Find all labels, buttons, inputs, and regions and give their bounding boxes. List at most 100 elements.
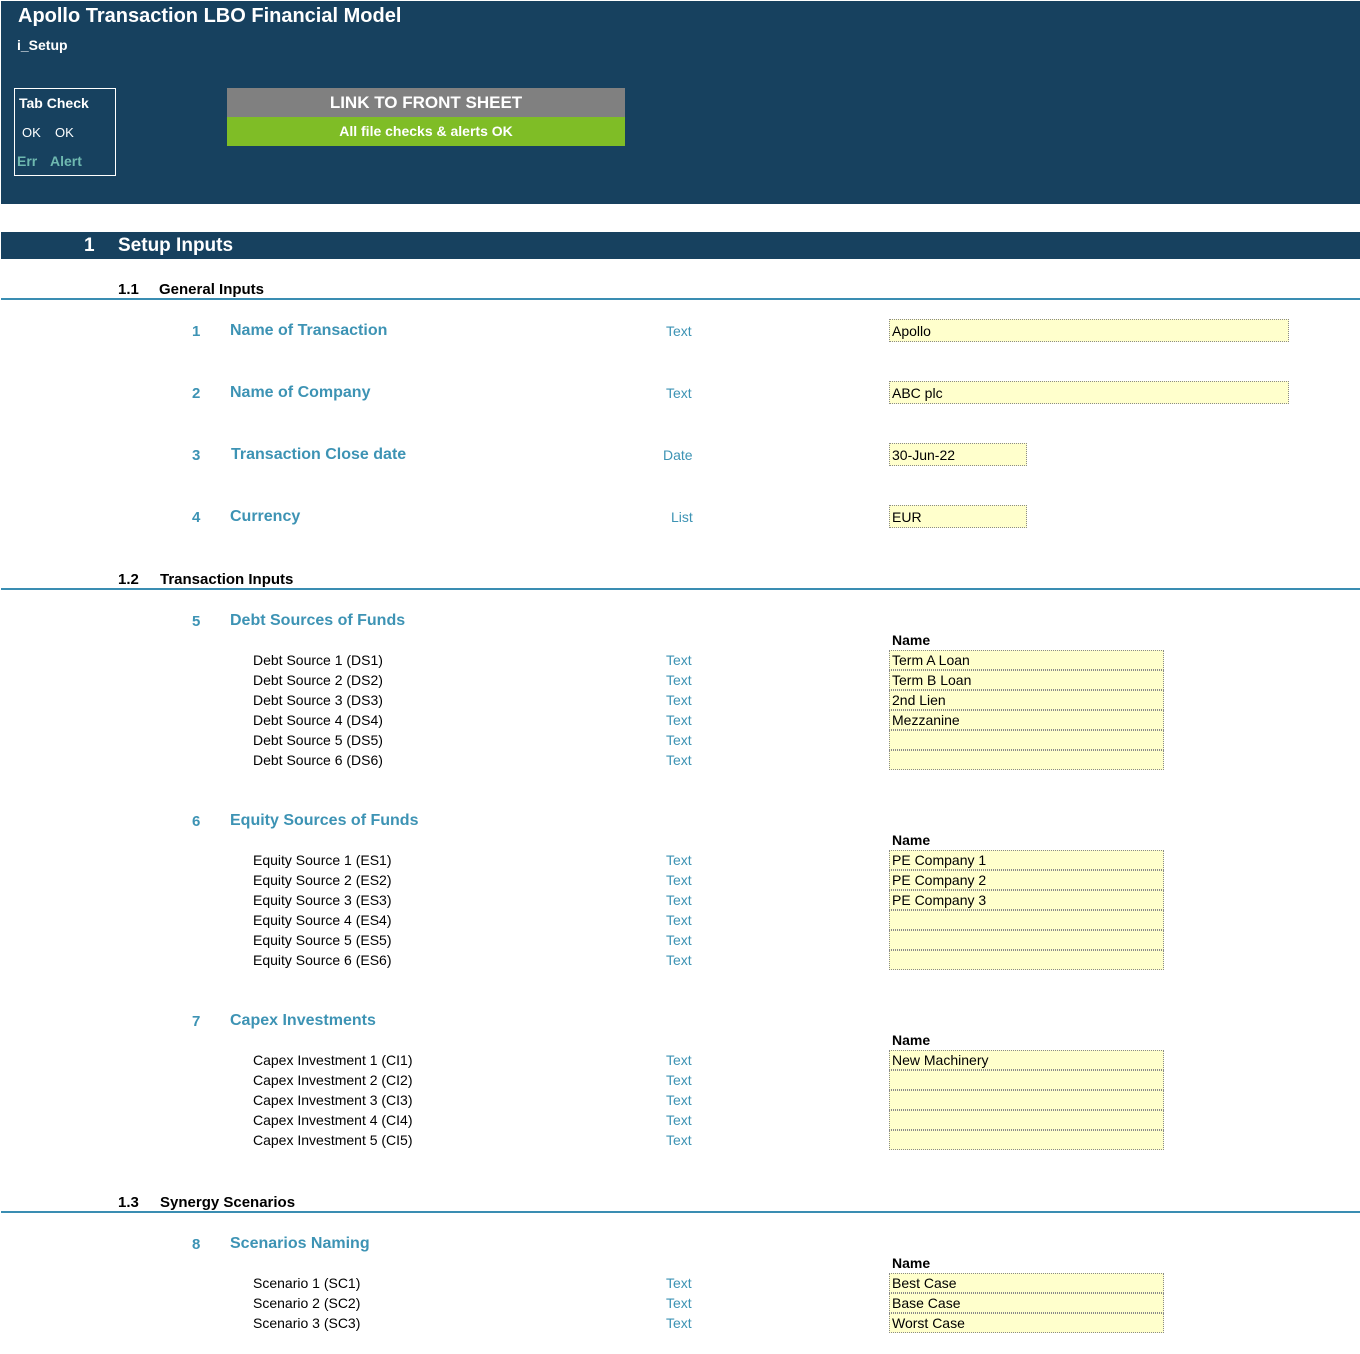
name-input[interactable]: PE Company 1: [889, 850, 1164, 870]
input-type-label: Text: [666, 1315, 692, 1331]
group-title: Equity Sources of Funds: [230, 812, 419, 829]
input-type-label: Date: [663, 447, 693, 463]
input-type-label: Text: [666, 1052, 692, 1068]
row-label: Equity Source 4 (ES4): [253, 912, 392, 928]
group-title: Capex Investments: [230, 1012, 376, 1029]
row-label: Capex Investment 5 (CI5): [253, 1132, 413, 1148]
row-label: Capex Investment 4 (CI4): [253, 1112, 413, 1128]
item-number: 7: [192, 1013, 201, 1030]
item-label: Name of Transaction: [230, 322, 388, 339]
item-label: Name of Company: [230, 384, 371, 401]
tab-check-err-label: Err: [17, 153, 38, 169]
item-number: 3: [192, 447, 201, 464]
item-label: Transaction Close date: [231, 446, 407, 463]
input-type-label: Text: [666, 323, 692, 339]
input-type-label: Text: [666, 1275, 692, 1291]
section-title: Setup Inputs: [118, 235, 234, 256]
tab-check-title: Tab Check: [19, 95, 89, 111]
name-input[interactable]: [889, 730, 1164, 750]
input-type-label: Text: [666, 692, 692, 708]
name-input[interactable]: Best Case: [889, 1273, 1164, 1293]
name-column-header: Name: [892, 1032, 931, 1048]
input-type-label: Text: [666, 652, 692, 668]
close-date-input[interactable]: 30-Jun-22: [889, 443, 1027, 466]
row-label: Capex Investment 1 (CI1): [253, 1052, 413, 1068]
section-header: 1 Setup Inputs: [1, 232, 1360, 259]
name-input[interactable]: New Machinery: [889, 1050, 1164, 1070]
name-input[interactable]: Worst Case: [889, 1313, 1164, 1333]
name-input[interactable]: Mezzanine: [889, 710, 1164, 730]
name-input[interactable]: [889, 930, 1164, 950]
row-label: Scenario 1 (SC1): [253, 1275, 361, 1291]
row-label: Scenario 2 (SC2): [253, 1295, 361, 1311]
subsection-title: General Inputs: [159, 281, 265, 298]
name-input[interactable]: 2nd Lien: [889, 690, 1164, 710]
row-label: Equity Source 1 (ES1): [253, 852, 392, 868]
row-label: Debt Source 6 (DS6): [253, 752, 383, 768]
name-input[interactable]: [889, 1130, 1164, 1150]
input-type-label: Text: [666, 892, 692, 908]
row-label: Scenario 3 (SC3): [253, 1315, 361, 1331]
row-label: Capex Investment 2 (CI2): [253, 1072, 413, 1088]
name-input[interactable]: Term B Loan: [889, 670, 1164, 690]
item-label: Currency: [230, 508, 301, 525]
link-to-front-sheet-button[interactable]: LINK TO FRONT SHEET: [227, 88, 625, 117]
subsection-number: 1.1: [118, 281, 139, 298]
item-number: 8: [192, 1236, 201, 1253]
item-number: 6: [192, 813, 201, 830]
input-type-label: Text: [666, 712, 692, 728]
item-number: 4: [192, 509, 201, 526]
subsection-title: Transaction Inputs: [160, 571, 294, 588]
input-type-label: Text: [666, 952, 692, 968]
name-input[interactable]: [889, 750, 1164, 770]
input-type-label: Text: [666, 732, 692, 748]
name-input[interactable]: [889, 950, 1164, 970]
input-type-label: Text: [666, 385, 692, 401]
row-label: Debt Source 1 (DS1): [253, 652, 383, 668]
tab-check-alert-label: Alert: [50, 153, 82, 169]
subsection-divider: [1, 298, 1360, 300]
item-number: 2: [192, 385, 201, 402]
company-name-input[interactable]: ABC plc: [889, 381, 1289, 404]
row-label: Debt Source 5 (DS5): [253, 732, 383, 748]
name-input[interactable]: PE Company 3: [889, 890, 1164, 910]
section-number: 1: [84, 235, 95, 256]
name-input[interactable]: [889, 910, 1164, 930]
row-label: Debt Source 4 (DS4): [253, 712, 383, 728]
name-input[interactable]: Base Case: [889, 1293, 1164, 1313]
name-input[interactable]: PE Company 2: [889, 870, 1164, 890]
name-column-header: Name: [892, 1255, 931, 1271]
subsection-divider: [1, 588, 1360, 590]
group-title: Scenarios Naming: [230, 1235, 370, 1252]
name-input[interactable]: [889, 1110, 1164, 1130]
tab-check-ok-status: OK: [55, 125, 74, 140]
row-label: Equity Source 3 (ES3): [253, 892, 392, 908]
group-title: Debt Sources of Funds: [230, 612, 406, 629]
name-input[interactable]: Term A Loan: [889, 650, 1164, 670]
input-type-label: Text: [666, 932, 692, 948]
file-checks-status: All file checks & alerts OK: [227, 117, 625, 146]
currency-select[interactable]: EUR: [889, 505, 1027, 528]
input-type-label: List: [671, 509, 693, 525]
subsection-divider: [1, 1211, 1360, 1213]
row-label: Capex Investment 3 (CI3): [253, 1092, 413, 1108]
name-input[interactable]: [889, 1070, 1164, 1090]
name-column-header: Name: [892, 832, 931, 848]
subsection-title: Synergy Scenarios: [160, 1194, 296, 1211]
subsection-number: 1.2: [118, 571, 139, 588]
tab-check-box: Tab Check OK OK Err Alert: [14, 88, 116, 176]
input-type-label: Text: [666, 1132, 692, 1148]
input-type-label: Text: [666, 1092, 692, 1108]
row-label: Debt Source 3 (DS3): [253, 692, 383, 708]
input-type-label: Text: [666, 752, 692, 768]
input-type-label: Text: [666, 672, 692, 688]
input-type-label: Text: [666, 872, 692, 888]
app-title: Apollo Transaction LBO Financial Model: [18, 5, 402, 27]
input-type-label: Text: [666, 852, 692, 868]
input-type-label: Text: [666, 1112, 692, 1128]
row-label: Equity Source 2 (ES2): [253, 872, 392, 888]
header-banner: Apollo Transaction LBO Financial Model i…: [1, 1, 1360, 204]
transaction-name-input[interactable]: Apollo: [889, 319, 1289, 342]
name-input[interactable]: [889, 1090, 1164, 1110]
input-type-label: Text: [666, 1295, 692, 1311]
